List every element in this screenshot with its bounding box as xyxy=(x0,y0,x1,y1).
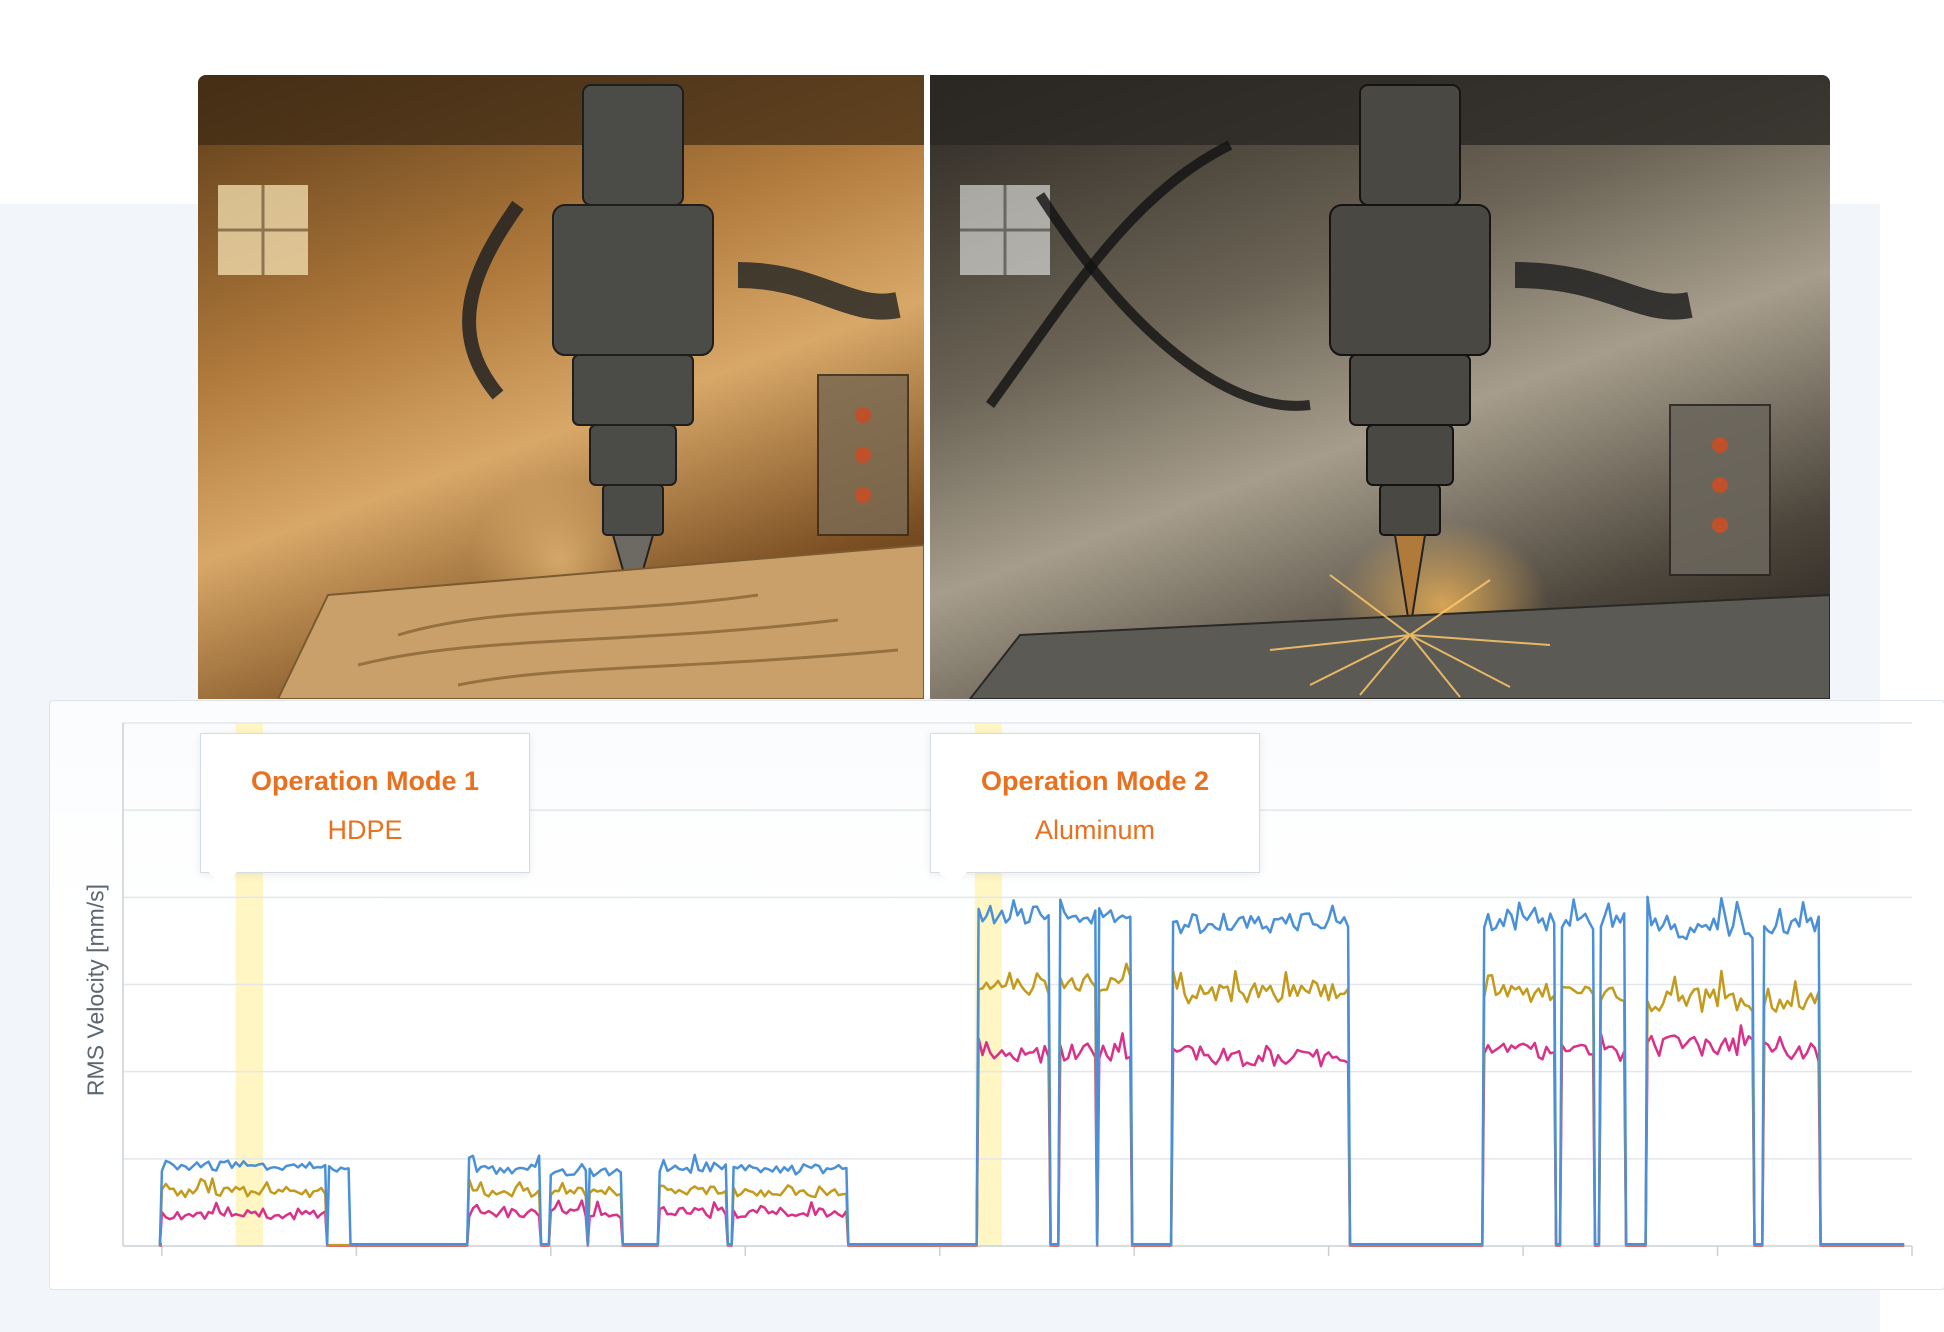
series-line-1 xyxy=(158,895,1905,1246)
callout-mode-1: Operation Mode 1 HDPE xyxy=(200,733,530,886)
series-line-2 xyxy=(158,962,1905,1247)
callout-mode-1-title: Operation Mode 1 xyxy=(250,766,480,796)
series-line-3 xyxy=(158,1024,1905,1247)
photo-aluminum-milling xyxy=(930,75,1830,699)
callout-arrow xyxy=(939,872,967,886)
y-axis-label: RMS Velocity [mm/s] xyxy=(82,883,109,1097)
callout-mode-2: Operation Mode 2 Aluminum xyxy=(930,733,1260,886)
spindle-wood-icon xyxy=(198,75,924,699)
callout-arrow xyxy=(209,872,237,886)
callout-mode-2-subtitle: Aluminum xyxy=(1034,815,1156,845)
spindle-sparks-icon xyxy=(930,75,1830,699)
callout-mode-1-subtitle: HDPE xyxy=(327,815,403,845)
callout-mode-2-title: Operation Mode 2 xyxy=(980,766,1210,796)
photo-hdpe-milling xyxy=(198,75,924,699)
